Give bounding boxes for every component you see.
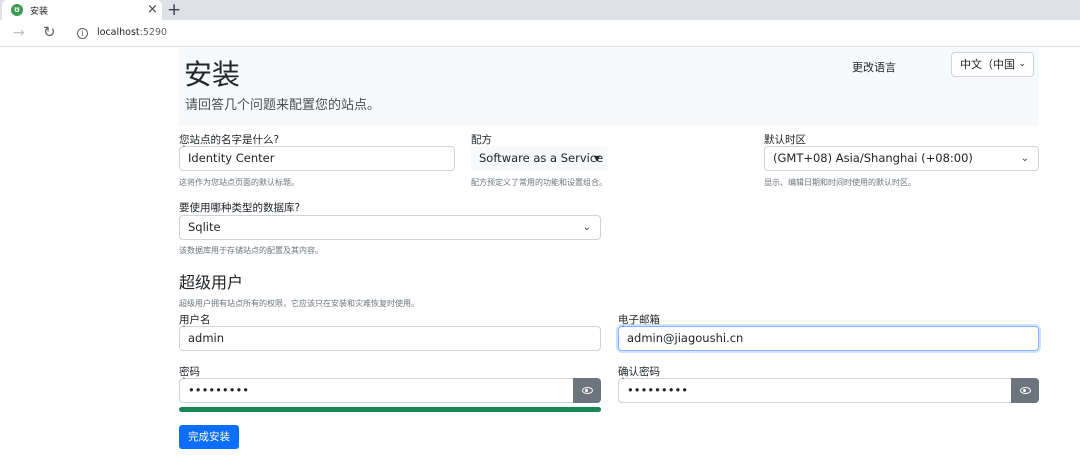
password-strength-bar [179,407,601,412]
timezone-label: 默认时区 [764,134,806,146]
tab-title: 安装 [30,7,49,17]
timezone-hint: 显示、编辑日期和时间时使用的默认时区。 [764,178,916,187]
browser-tab[interactable]: ʊ 安装 × [2,0,162,20]
superuser-hint: 超级用户拥有站点所有的权限，它应该只在安装和灾难恢复时使用。 [179,299,419,308]
page-header: 安装 请回答几个问题来配置您的站点。 更改语言 中文（中国 ⌄ [179,48,1039,126]
close-icon[interactable]: × [147,2,158,18]
favicon-icon: ʊ [11,4,23,16]
chevron-down-icon: ⌄ [582,222,591,233]
url-text: localhost:5290 [97,27,168,38]
show-password-button[interactable] [573,378,601,403]
confirm-password-input[interactable]: ˇ ••••••••• [618,377,1012,403]
forward-icon[interactable]: → [13,23,25,43]
page-title: 安装 [184,58,241,91]
tab-strip: ʊ 安装 × + [0,0,1080,20]
change-language-label: 更改语言 [852,61,896,74]
chevron-down-icon: ⌄ [1018,59,1026,69]
url-field[interactable]: i localhost:5290 [66,23,1080,44]
caret-down-icon: ▼ [593,154,600,163]
database-label: 要使用哪种类型的数据库? [179,202,301,214]
page-subtitle: 请回答几个问题来配置您的站点。 [185,98,381,113]
site-name-hint: 这将作为您站点页面的默认标题。 [179,178,299,187]
password-input[interactable]: ˇ ••••••••• [179,377,574,403]
plus-icon[interactable]: + [167,0,181,20]
email-input[interactable]: ˇ admin@jiagoushi.cn [618,325,1039,351]
password-strength-fill [179,407,601,412]
reload-icon[interactable]: ↻ [43,22,56,42]
recipe-dropdown-button[interactable]: Software as a Service ▼ [471,146,608,171]
finish-install-button[interactable]: 完成安装 [179,425,239,449]
timezone-select[interactable]: (GMT+08) Asia/Shanghai (+08:00) ⌄ [764,146,1039,171]
superuser-title: 超级用户 [179,273,244,292]
database-select[interactable]: Sqlite ⌄ [179,215,601,240]
recipe-label: 配方 [471,134,492,146]
address-bar: → ↻ i localhost:5290 [0,20,1080,47]
eye-icon [581,387,593,394]
chevron-down-icon: ⌄ [1020,153,1029,164]
language-select[interactable]: 中文（中国 ⌄ [951,52,1034,77]
site-name-input[interactable]: ˇ Identity Center [179,145,455,171]
recipe-hint: 配方预定义了常用的功能和设置组合。 [471,178,607,187]
username-input[interactable]: ˇ admin [179,325,601,351]
site-name-label: 您站点的名字是什么? [179,134,280,146]
database-hint: 该数据库用于存储站点的配置及其内容。 [179,246,323,255]
info-icon[interactable]: i [77,28,88,39]
show-confirm-password-button[interactable] [1011,378,1039,403]
eye-icon [1019,387,1031,394]
